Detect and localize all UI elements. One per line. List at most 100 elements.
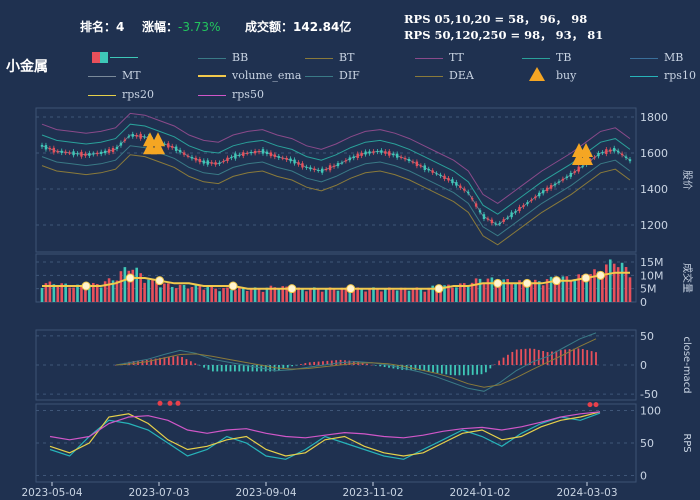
candle-body (364, 151, 367, 155)
volume-bar (210, 286, 213, 302)
volume-bar (419, 288, 423, 302)
macd-bar (471, 365, 474, 375)
candle-body (309, 167, 312, 170)
candle-body (328, 165, 332, 171)
macd-bar (537, 349, 540, 365)
macd-bar (189, 361, 192, 365)
volume-bar (573, 279, 577, 302)
dea-line (115, 338, 597, 388)
candle-body (616, 150, 620, 153)
macd-bar (476, 365, 479, 375)
candle-body (490, 219, 494, 224)
y-tick-label-rps: 100 (640, 405, 661, 418)
volume-bar (585, 280, 588, 302)
candle-body (202, 160, 205, 164)
candle-body (399, 156, 403, 158)
x-tick-label: 2023-09-04 (235, 487, 296, 499)
volume-bar (245, 290, 249, 302)
candle-body (139, 133, 142, 139)
candle-body (478, 210, 482, 213)
macd-bar (286, 365, 289, 368)
candle-body (103, 150, 107, 154)
volume-bar (265, 287, 269, 302)
volume-bar (399, 287, 403, 302)
y-tick-label-macd: -50 (640, 388, 658, 401)
candle-body (344, 160, 348, 162)
volume-bar (612, 263, 616, 302)
candle-body (277, 156, 280, 158)
candle-body (111, 148, 115, 152)
macd-bar (304, 363, 307, 365)
volume-bar (151, 278, 154, 302)
candle-body (388, 151, 391, 156)
candle-body (605, 149, 608, 155)
volume-bar (277, 288, 281, 302)
candle-body (526, 202, 529, 205)
candle-body (222, 161, 225, 163)
candle-body (356, 153, 359, 158)
candle-body (407, 159, 411, 162)
candle-body (182, 152, 186, 155)
macd-bar (445, 365, 448, 375)
candle-body (230, 156, 233, 158)
y-axis-label-macd: close-macd (681, 336, 692, 393)
candle-body (72, 151, 75, 156)
rps-highlight-dot (157, 400, 163, 406)
volume-bar (490, 277, 494, 302)
volume-bar (380, 291, 383, 302)
candle-body (99, 151, 103, 155)
volume-bar (56, 286, 60, 302)
candle-body (135, 135, 138, 137)
candle-body (628, 159, 632, 162)
candle-body (474, 203, 478, 207)
volume-bar (403, 287, 407, 302)
candle-body (336, 163, 340, 167)
volume-bar (234, 290, 237, 302)
macd-bar (295, 365, 298, 366)
volume-bar (451, 287, 454, 302)
dif-line (115, 332, 597, 392)
candle-body (534, 196, 537, 199)
macd-bar (489, 365, 492, 369)
volume-bar (206, 286, 210, 302)
candle-body (620, 153, 624, 156)
volume-bar (486, 278, 490, 302)
macd-bar (335, 360, 338, 365)
candle-body (482, 214, 486, 220)
volume-bar (194, 284, 198, 302)
macd-bar (313, 361, 316, 365)
candle-body (80, 151, 83, 157)
macd-bar (145, 359, 148, 365)
volume-bar (48, 281, 52, 302)
candle-body (76, 153, 79, 155)
volume-bar (620, 262, 624, 302)
volume-marker (287, 284, 297, 294)
volume-bar (107, 278, 111, 302)
macd-bar (467, 365, 470, 376)
macd-bar (229, 365, 232, 372)
candle-body (123, 139, 127, 141)
volume-bar (123, 267, 127, 302)
candle-body (68, 152, 71, 154)
candle-body (214, 162, 217, 165)
candle-body (494, 223, 498, 225)
candle-body (368, 151, 371, 154)
volume-bar (309, 289, 312, 302)
rps10-line (49, 412, 601, 460)
volume-bar (241, 287, 245, 302)
candle-body (305, 166, 308, 168)
candle-body (510, 212, 513, 218)
candle-body (115, 146, 119, 150)
candle-body (423, 165, 426, 171)
price-mid-line (41, 134, 631, 226)
candle-body (143, 136, 146, 138)
volume-bar (537, 281, 541, 302)
volume-marker (434, 284, 444, 294)
candle-body (372, 151, 375, 153)
volume-bar (68, 287, 71, 302)
candle-body (419, 165, 423, 167)
candle-body (459, 185, 462, 188)
candle-body (107, 149, 111, 153)
volume-bar (72, 287, 75, 302)
volume-marker (522, 278, 532, 288)
